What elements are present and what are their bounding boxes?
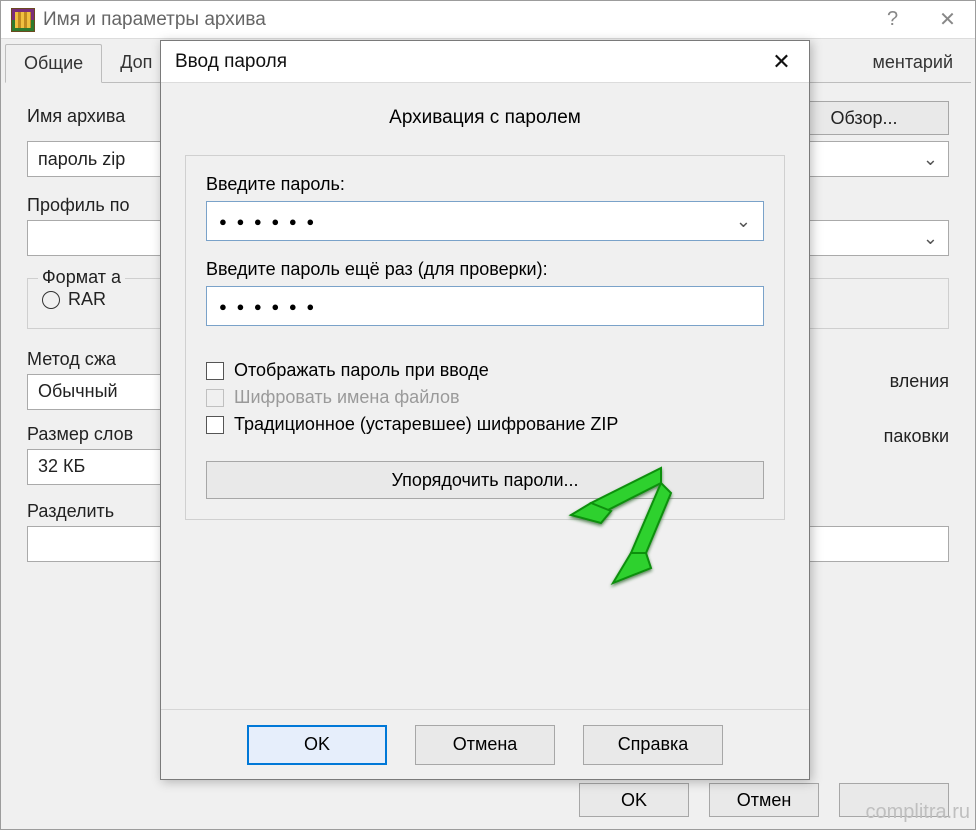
- parent-titlebar: Имя и параметры архива ? ✕: [1, 1, 975, 39]
- show-password-checkbox[interactable]: Отображать пароль при вводе: [206, 360, 764, 381]
- parent-footer: OK Отмен: [1, 783, 975, 817]
- update-suffix-label: вления: [890, 371, 949, 391]
- password-input[interactable]: ● ● ● ● ● ● ⌄: [206, 201, 764, 241]
- checkbox-icon: [206, 416, 224, 434]
- compression-method-value: Обычный: [38, 381, 118, 402]
- pack-suffix-label: паковки: [884, 426, 949, 446]
- confirm-password-label: Введите пароль ещё раз (для проверки):: [206, 259, 764, 280]
- parent-window-title: Имя и параметры архива: [43, 9, 865, 31]
- dialog-titlebar: Ввод пароля ✕: [161, 41, 809, 83]
- close-button[interactable]: ✕: [920, 1, 975, 38]
- watermark: complitra.ru: [866, 801, 970, 824]
- dialog-help-button[interactable]: Справка: [583, 725, 723, 765]
- password-label: Введите пароль:: [206, 174, 764, 195]
- radio-rar-label: RAR: [68, 289, 106, 310]
- confirm-password-masked: ● ● ● ● ● ●: [219, 299, 317, 314]
- tab-comment-partial[interactable]: ментарий: [855, 44, 972, 83]
- dialog-close-button[interactable]: ✕: [754, 41, 809, 82]
- radio-rar[interactable]: RAR: [42, 289, 106, 310]
- radio-icon: [42, 291, 60, 309]
- tab-general[interactable]: Общие: [5, 44, 102, 83]
- organize-passwords-button[interactable]: Упорядочить пароли...: [206, 461, 764, 499]
- legacy-zip-checkbox[interactable]: Традиционное (устаревшее) шифрование ZIP: [206, 414, 764, 435]
- encrypt-filenames-checkbox: Шифровать имена файлов: [206, 387, 764, 408]
- chevron-down-icon: ⌄: [923, 149, 938, 170]
- legacy-zip-label: Традиционное (устаревшее) шифрование ZIP: [234, 414, 618, 435]
- chevron-down-icon: ⌄: [923, 228, 938, 249]
- password-group: Введите пароль: ● ● ● ● ● ● ⌄ Введите па…: [185, 155, 785, 520]
- parent-cancel-button[interactable]: Отмен: [709, 783, 819, 817]
- parent-ok-button[interactable]: OK: [579, 783, 689, 817]
- help-button[interactable]: ?: [865, 1, 920, 38]
- archive-name-value: пароль zip: [38, 149, 125, 170]
- chevron-down-icon: ⌄: [736, 211, 751, 232]
- confirm-password-input[interactable]: ● ● ● ● ● ●: [206, 286, 764, 326]
- dict-size-value: 32 КБ: [38, 456, 85, 477]
- encrypt-filenames-label: Шифровать имена файлов: [234, 387, 460, 408]
- dialog-ok-button[interactable]: OK: [247, 725, 387, 765]
- checkbox-icon: [206, 389, 224, 407]
- show-password-label: Отображать пароль при вводе: [234, 360, 489, 381]
- winrar-icon: [11, 8, 35, 32]
- checkbox-icon: [206, 362, 224, 380]
- dialog-heading: Архивация с паролем: [185, 107, 785, 129]
- password-masked: ● ● ● ● ● ●: [219, 214, 317, 229]
- dialog-title: Ввод пароля: [175, 51, 754, 73]
- password-dialog: Ввод пароля ✕ Архивация с паролем Введит…: [160, 40, 810, 780]
- dialog-footer: OK Отмена Справка: [161, 709, 809, 779]
- archive-format-legend: Формат а: [38, 267, 125, 288]
- dialog-cancel-button[interactable]: Отмена: [415, 725, 555, 765]
